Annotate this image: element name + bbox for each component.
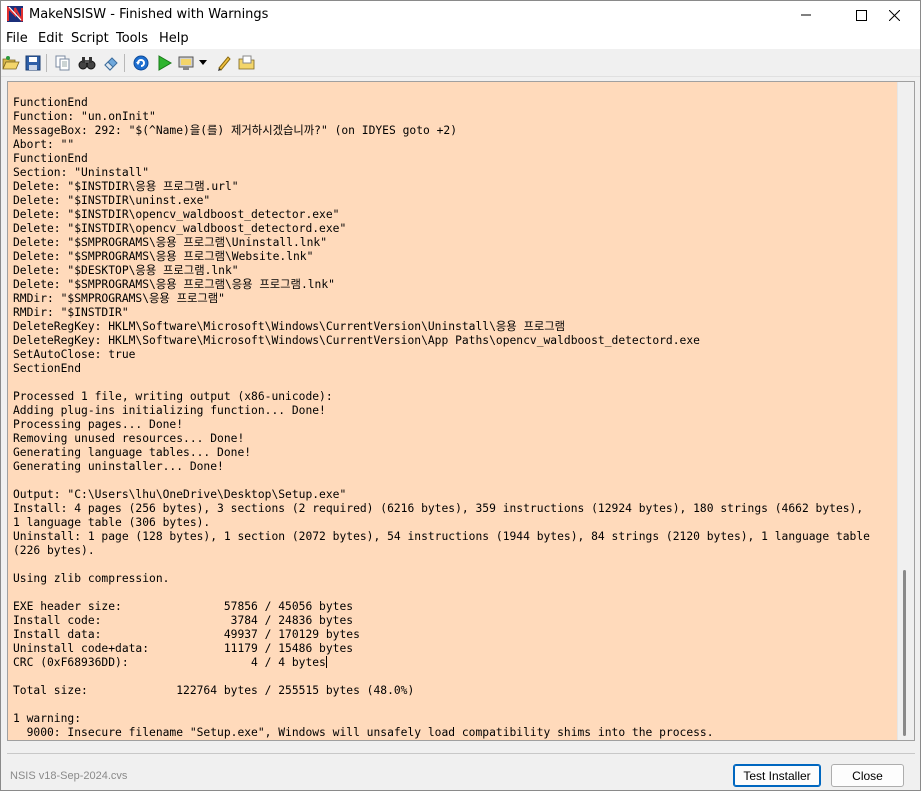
log-line: FunctionEnd [13, 96, 88, 109]
menu-edit[interactable]: Edit [38, 31, 63, 46]
log-line: Delete: "$INSTDIR\uninst.exe" [13, 194, 211, 207]
maximize-icon [855, 9, 867, 21]
minimize-button[interactable] [783, 1, 829, 29]
log-line: CRC (0xF68936DD): 4 / 4 bytes [13, 656, 326, 669]
log-line: Install data: 49937 / 170129 bytes [13, 628, 360, 641]
toolbar-separator [124, 54, 125, 72]
menu-script[interactable]: Script [71, 31, 109, 46]
scrollbar-thumb[interactable] [903, 570, 906, 736]
edit-script-icon[interactable] [214, 53, 234, 73]
test-installer-button[interactable]: Test Installer [733, 764, 821, 787]
toolbar-separator [46, 54, 47, 72]
close-button[interactable]: Close [831, 764, 904, 787]
log-line: RMDir: "$SMPROGRAMS\응용 프로그램" [13, 292, 225, 305]
menu-help[interactable]: Help [159, 31, 189, 46]
open-folder-icon[interactable] [1, 53, 21, 73]
log-line: Function: "un.onInit" [13, 110, 156, 123]
log-line: Processing pages... Done! [13, 418, 184, 431]
log-line: Adding plug-ins initializing function...… [13, 404, 326, 417]
log-line: EXE header size: 57856 / 45056 bytes [13, 600, 354, 613]
log-line: DeleteRegKey: HKLM\Software\Microsoft\Wi… [13, 334, 700, 347]
makensisw-window: MakeNSISW - Finished with Warnings File … [0, 0, 921, 791]
recompile-icon[interactable] [131, 53, 151, 73]
log-line: Delete: "$INSTDIR\opencv_waldboost_detec… [13, 222, 347, 235]
menu-file[interactable]: File [6, 31, 28, 46]
log-line: Uninstall code+data: 11179 / 15486 bytes [13, 642, 354, 655]
log-line: Using zlib compression. [13, 572, 170, 585]
log-line: FunctionEnd [13, 152, 88, 165]
log-line: 1 warning: [13, 712, 82, 725]
dropdown-arrow-icon[interactable] [197, 53, 209, 73]
divider [7, 753, 915, 754]
log-line: Install: 4 pages (256 bytes), 3 sections… [13, 502, 864, 515]
minimize-icon [801, 14, 811, 16]
log-line: SectionEnd [13, 362, 82, 375]
text-cursor [325, 656, 327, 668]
log-output-panel[interactable]: FunctionEnd Function: "un.onInit" Messag… [7, 81, 915, 741]
log-line: Processed 1 file, writing output (x86-un… [13, 390, 333, 403]
log-line: Delete: "$DESKTOP\응용 프로그램.lnk" [13, 264, 239, 277]
log-line: MessageBox: 292: "$(^Name)을(를) 제거하시겠습니까?… [13, 124, 457, 137]
log-line: Generating language tables... Done! [13, 446, 252, 459]
clear-icon[interactable] [101, 53, 121, 73]
log-line: RMDir: "$INSTDIR" [13, 306, 129, 319]
log-line: Delete: "$SMPROGRAMS\응용 프로그램\응용 프로그램.lnk… [13, 278, 335, 291]
log-line: Delete: "$INSTDIR\opencv_waldboost_detec… [13, 208, 340, 221]
log-line: Total size: 122764 bytes / 255515 bytes … [13, 684, 415, 697]
close-window-button[interactable] [871, 1, 917, 29]
log-line: DeleteRegKey: HKLM\Software\Microsoft\Wi… [13, 320, 566, 333]
nsis-app-icon [7, 6, 23, 22]
close-icon [888, 9, 900, 21]
toolbar [1, 49, 920, 77]
log-line: Removing unused resources... Done! [13, 432, 245, 445]
compressor-icon[interactable] [177, 53, 197, 73]
log-text: FunctionEnd Function: "un.onInit" Messag… [13, 96, 870, 740]
log-line: (226 bytes). [13, 544, 95, 557]
menu-tools[interactable]: Tools [116, 31, 148, 46]
log-line: Section: "Uninstall" [13, 166, 150, 179]
log-viewport: FunctionEnd Function: "un.onInit" Messag… [8, 82, 898, 740]
title-bar: MakeNSISW - Finished with Warnings [1, 1, 920, 29]
log-line: Generating uninstaller... Done! [13, 460, 224, 473]
version-status: NSIS v18-Sep-2024.cvs [10, 770, 128, 782]
vertical-scrollbar[interactable] [897, 82, 914, 740]
log-line: Delete: "$SMPROGRAMS\응용 프로그램\Uninstall.l… [13, 236, 328, 249]
log-line: Install code: 3784 / 24836 bytes [13, 614, 354, 627]
log-line: Abort: "" [13, 138, 75, 151]
test-icon[interactable] [154, 53, 174, 73]
save-icon[interactable] [23, 53, 43, 73]
log-line: SetAutoClose: true [13, 348, 136, 361]
copy-icon[interactable] [53, 53, 73, 73]
log-line: Uninstall: 1 page (128 bytes), 1 section… [13, 530, 870, 543]
find-icon[interactable] [77, 53, 97, 73]
log-line: Delete: "$INSTDIR\응용 프로그램.url" [13, 180, 239, 193]
log-line: 9000: Insecure filename "Setup.exe", Win… [13, 726, 714, 739]
menu-bar: File Edit Script Tools Help [1, 29, 920, 49]
log-line: Output: "C:\Users\lhu\OneDrive\Desktop\S… [13, 488, 347, 501]
browse-script-icon[interactable] [237, 53, 257, 73]
log-line: 1 language table (306 bytes). [13, 516, 211, 529]
window-title: MakeNSISW - Finished with Warnings [29, 7, 269, 22]
log-line: Delete: "$SMPROGRAMS\응용 프로그램\Website.lnk… [13, 250, 314, 263]
